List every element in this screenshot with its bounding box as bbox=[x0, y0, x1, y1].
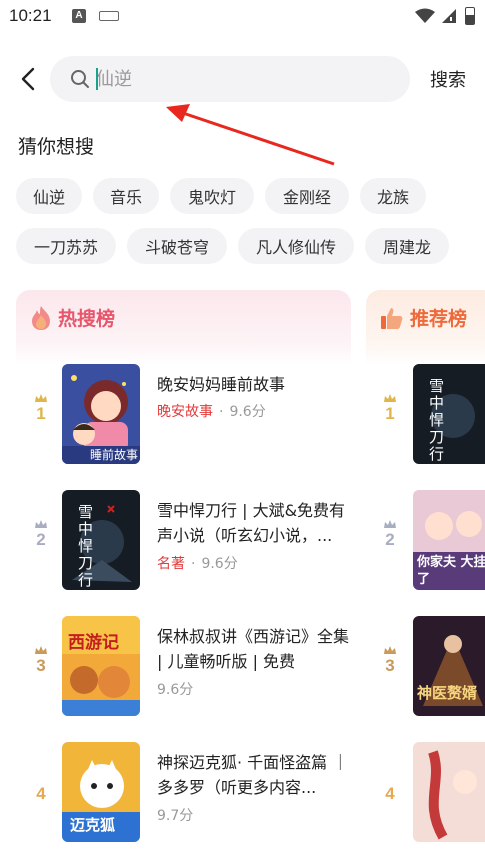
item-score: 9.6分 bbox=[201, 556, 238, 572]
item-meta: 名著 · 9.6分 bbox=[157, 556, 238, 572]
crown-icon bbox=[384, 394, 396, 402]
suggest-chip[interactable]: 金刚经 bbox=[265, 178, 349, 214]
item-title: 神探迈克狐· 千面怪盗篇 ｜ 多多罗（听更多内容... bbox=[157, 753, 349, 797]
hot-list-item[interactable]: 4 迈克狐 神探迈克狐· 千面怪盗篇 ｜ 多多罗（听更多内容... 9.7分 bbox=[16, 742, 351, 846]
cover-text: 西游记 bbox=[68, 633, 119, 653]
search-input[interactable] bbox=[96, 64, 396, 94]
item-score: 9.6分 bbox=[229, 404, 266, 420]
item-title: 保林叔叔讲《西游记》全集 | 儿童畅听版 | 免费 bbox=[157, 627, 350, 671]
recommend-header[interactable]: 推荐榜 bbox=[380, 304, 467, 331]
signal-icon bbox=[442, 9, 456, 23]
guess-title: 猜你想搜 bbox=[18, 136, 95, 158]
hot-list-item[interactable]: 2 雪中悍刀行 雪中悍刀行 | 大斌&免费有声小说（听玄幻小说，... 名著 · 9… bbox=[16, 490, 351, 594]
rank-number: 1 bbox=[36, 404, 46, 423]
rank-number: 3 bbox=[385, 656, 395, 675]
crown-icon bbox=[35, 394, 47, 402]
crown-icon bbox=[35, 520, 47, 528]
search-button[interactable]: 搜索 bbox=[430, 66, 466, 92]
text-caret bbox=[96, 68, 98, 90]
crown-icon bbox=[384, 520, 396, 528]
suggest-chip[interactable]: 仙逆 bbox=[16, 178, 82, 214]
notification-a-icon: A bbox=[72, 9, 86, 23]
book-cover: 睡前故事 bbox=[62, 364, 140, 464]
back-arrow-icon bbox=[21, 67, 35, 91]
item-meta: 9.7分 bbox=[157, 805, 193, 825]
suggest-chip[interactable]: 斗破苍穹 bbox=[127, 228, 227, 264]
suggest-chip[interactable]: 龙族 bbox=[360, 178, 426, 214]
wifi-icon bbox=[415, 8, 435, 23]
cover-text: 雪中悍刀行 bbox=[78, 503, 94, 589]
item-tag: 晚安故事 bbox=[157, 404, 213, 420]
book-cover: 迈克狐 bbox=[62, 742, 140, 842]
item-title: 晚安妈妈睡前故事 bbox=[157, 375, 286, 394]
crown-icon bbox=[35, 646, 47, 654]
cover-text: 神医赘婿 bbox=[417, 684, 478, 702]
cover-text: 你家夫 大挂了 bbox=[417, 555, 485, 587]
back-button[interactable] bbox=[14, 63, 42, 95]
hot-search-card: 热搜榜 1 睡前故事 晚安妈妈睡前故事 晚安故事 · 9.6分 2 雪中悍刀行 … bbox=[16, 290, 351, 862]
hot-list-item[interactable]: 1 睡前故事 晚安妈妈睡前故事 晚安故事 · 9.6分 bbox=[16, 364, 351, 468]
recommend-list-item[interactable]: 4 bbox=[366, 742, 485, 846]
item-title: 雪中悍刀行 | 大斌&免费有声小说（听玄幻小说，... bbox=[157, 501, 346, 545]
keyboard-icon bbox=[99, 11, 119, 21]
book-cover: 西游记 bbox=[62, 616, 140, 716]
rank-number: 1 bbox=[385, 404, 395, 423]
suggest-chip[interactable]: 鬼吹灯 bbox=[170, 178, 254, 214]
suggest-chip[interactable]: 周建龙 bbox=[365, 228, 449, 264]
battery-icon bbox=[465, 7, 475, 25]
recommend-card: 推荐榜 1 雪中悍刀行 2 你家夫 大挂了 3 神医赘婿 4 bbox=[366, 290, 485, 862]
book-cover: 雪中悍刀行 bbox=[413, 364, 485, 464]
cover-text: 雪中悍刀行 bbox=[429, 377, 445, 463]
book-cover: 你家夫 大挂了 bbox=[413, 490, 485, 590]
status-time: 10:21 bbox=[9, 6, 52, 25]
search-box[interactable] bbox=[50, 56, 410, 102]
recommend-list-item[interactable]: 2 你家夫 大挂了 bbox=[366, 490, 485, 594]
rank-number: 4 bbox=[36, 784, 46, 803]
status-bar: 10:21 A bbox=[0, 0, 485, 34]
item-score: 9.7分 bbox=[157, 808, 194, 824]
hot-list-item[interactable]: 3 西游记 保林叔叔讲《西游记》全集 | 儿童畅听版 | 免费 9.6分 bbox=[16, 616, 351, 720]
rank-number: 2 bbox=[36, 530, 46, 549]
cover-text: 迈克狐 bbox=[70, 816, 116, 834]
flame-icon bbox=[32, 305, 50, 330]
item-meta: 晚安故事 · 9.6分 bbox=[157, 404, 266, 420]
book-cover bbox=[413, 742, 485, 842]
rank-number: 3 bbox=[36, 656, 46, 675]
book-cover: 神医赘婿 bbox=[413, 616, 485, 716]
suggest-chip[interactable]: 凡人修仙传 bbox=[238, 228, 354, 264]
crown-icon bbox=[384, 646, 396, 654]
suggest-chip[interactable]: 一刀苏苏 bbox=[16, 228, 116, 264]
thumbs-up-icon bbox=[381, 307, 403, 329]
item-score: 9.6分 bbox=[157, 682, 194, 698]
search-icon bbox=[71, 70, 89, 88]
hot-search-title: 热搜榜 bbox=[58, 308, 116, 330]
rank-number: 4 bbox=[385, 784, 395, 803]
hot-search-header[interactable]: 热搜榜 bbox=[30, 304, 115, 331]
item-tag: 名著 bbox=[157, 556, 185, 572]
recommend-list-item[interactable]: 1 雪中悍刀行 bbox=[366, 364, 485, 468]
recommend-title: 推荐榜 bbox=[410, 308, 468, 330]
book-cover: 雪中悍刀行 bbox=[62, 490, 140, 590]
suggest-chip[interactable]: 音乐 bbox=[93, 178, 159, 214]
rank-number: 2 bbox=[385, 530, 395, 549]
item-meta: 9.6分 bbox=[157, 679, 193, 699]
annotation-arrow bbox=[166, 104, 335, 166]
cover-text: 睡前故事 bbox=[90, 448, 139, 462]
recommend-list-item[interactable]: 3 神医赘婿 bbox=[366, 616, 485, 720]
